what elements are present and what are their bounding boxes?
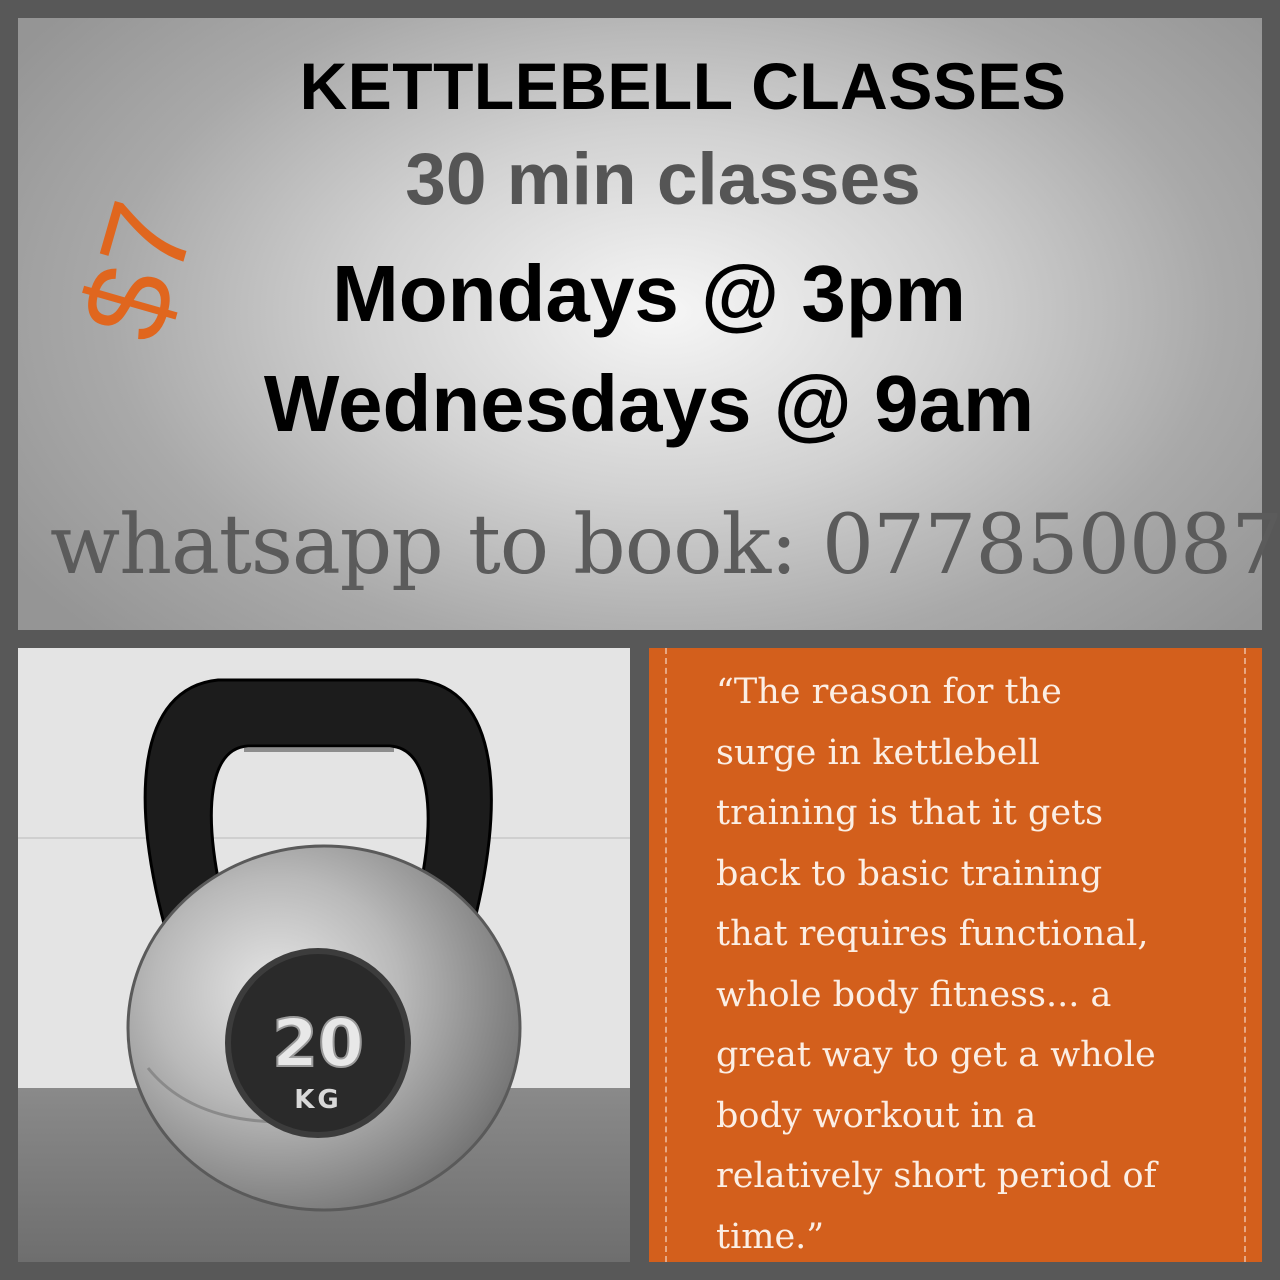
kettlebell-illustration: 20 KG <box>18 648 630 1262</box>
booking-contact: whatsapp to book: 0778500875 <box>50 498 1280 593</box>
schedule-wednesday: Wednesdays @ 9am <box>263 359 1035 448</box>
weight-unit: KG <box>294 1085 342 1115</box>
dashed-border-right <box>1244 648 1246 1262</box>
schedule-monday: Mondays @ 3pm <box>332 249 966 338</box>
flyer-title: KETTLEBELL CLASSES <box>299 49 1067 123</box>
quote-panel: “The reason for the surge in kettlebell … <box>649 648 1262 1262</box>
class-duration: 30 min classes <box>405 139 921 220</box>
dashed-border-left <box>665 648 667 1262</box>
weight-number: 20 <box>272 1005 364 1082</box>
flyer-header-panel: KETTLEBELL CLASSES 30 min classes $7 Mon… <box>18 18 1280 630</box>
kettlebell-quote: “The reason for the surge in kettlebell … <box>716 672 1157 1257</box>
kettlebell-photo: 20 KG <box>18 648 630 1262</box>
